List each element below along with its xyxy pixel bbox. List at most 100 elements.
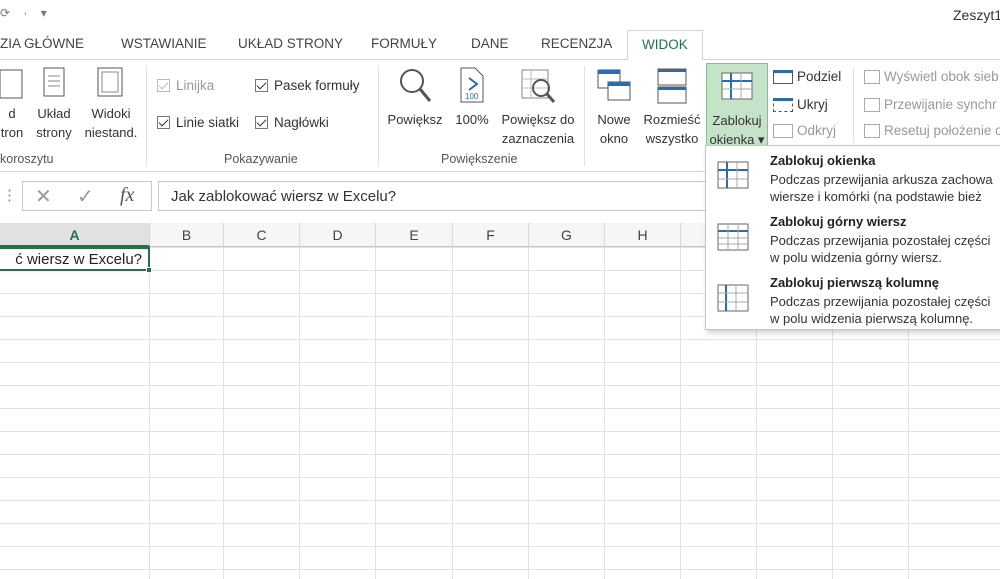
hide-button[interactable]: Ukryj: [773, 97, 828, 112]
freeze-first-column-icon: [717, 284, 749, 312]
column-header-b[interactable]: B: [150, 223, 224, 247]
group-separator: [378, 66, 379, 166]
page-layout-icon: [43, 67, 65, 97]
formula-bar-checkbox[interactable]: Pasek formuły: [255, 78, 360, 93]
column-header-d[interactable]: D: [300, 223, 376, 247]
normal-view-button[interactable]: d tron: [0, 66, 26, 142]
zoom-to-selection-button[interactable]: Powiększ do zaznaczenia: [497, 66, 579, 148]
unhide-icon: [773, 123, 793, 138]
checkbox-icon: [157, 79, 170, 92]
menu-item-desc: w polu widzenia pierwszą kolumnę.: [770, 311, 974, 326]
arrange-all-button[interactable]: Rozmieść wszystko: [640, 66, 704, 148]
quick-access-toolbar[interactable]: ⟳ · ▾: [0, 6, 47, 20]
zoom-100-button[interactable]: 100 100%: [452, 66, 492, 129]
group-separator: [146, 66, 147, 166]
grid-line: [680, 247, 681, 579]
freeze-panes-menu: Zablokuj okienka Podczas przewijania ark…: [705, 145, 1000, 330]
grid-line: [452, 247, 453, 579]
freeze-panes-icon: [721, 72, 753, 100]
column-header-f[interactable]: F: [453, 223, 529, 247]
split-icon: [773, 69, 793, 84]
ruler-checkbox[interactable]: Linijka: [157, 78, 214, 93]
enter-icon[interactable]: ✓: [77, 184, 94, 209]
cell-a1-text: ć wiersz w Excelu?: [15, 251, 142, 268]
menu-item-desc: Podczas przewijania arkusza zachowa: [770, 172, 993, 187]
menu-item-desc: wiersze i komórki (na podstawie bież: [770, 189, 982, 204]
tab-view[interactable]: WIDOK: [627, 30, 703, 61]
column-header-h[interactable]: H: [605, 223, 681, 247]
menu-item-title: Zablokuj pierwszą kolumnę: [770, 275, 940, 290]
custom-views-button[interactable]: Widoki niestand.: [84, 66, 138, 142]
grid-line: [149, 247, 150, 579]
headings-checkbox[interactable]: Nagłówki: [255, 115, 329, 130]
customize-qat-icon[interactable]: ▾: [41, 6, 47, 20]
magnifier-icon: [400, 69, 432, 102]
column-header-g[interactable]: G: [529, 223, 605, 247]
checkbox-icon: [255, 116, 268, 129]
group-label-zoom: Powiększenie: [441, 152, 518, 166]
grid-line: [223, 247, 224, 579]
checkbox-icon: [157, 116, 170, 129]
zoom-button[interactable]: Powiększ: [385, 66, 445, 129]
sync-scroll-button[interactable]: Przewijanie synchr: [864, 97, 997, 112]
tab-data[interactable]: DANE: [471, 36, 509, 51]
namebox-grip-icon[interactable]: ⋮: [2, 186, 17, 204]
reset-position-button[interactable]: Resetuj położenie o: [864, 123, 1000, 138]
window-title: Zeszyt1: [953, 7, 1000, 23]
menu-item-title: Zablokuj górny wiersz: [770, 214, 907, 229]
insert-function-icon[interactable]: fx: [120, 184, 134, 207]
menu-item-freeze-first-column[interactable]: Zablokuj pierwszą kolumnę Podczas przewi…: [706, 270, 1000, 330]
redo-icon[interactable]: ⟳: [0, 6, 10, 20]
side-by-side-icon: [864, 69, 880, 84]
menu-item-title: Zablokuj okienka: [770, 153, 876, 168]
menu-item-desc: Podczas przewijania pozostałej części: [770, 294, 991, 309]
group-label-views: koroszytu: [0, 152, 54, 166]
tab-review[interactable]: RECENZJA: [541, 36, 612, 51]
ribbon-tabs: ZIA GŁÓWNE WSTAWIANIE UKŁAD STRONY FORMU…: [0, 30, 1000, 61]
new-window-icon: [597, 69, 631, 101]
formula-input[interactable]: Jak zablokować wiersz w Excelu?: [158, 181, 718, 211]
fill-handle[interactable]: [146, 267, 152, 273]
menu-item-desc: Podczas przewijania pozostałej części: [770, 233, 991, 248]
svg-text:100: 100: [465, 92, 479, 101]
unhide-button[interactable]: Odkryj: [773, 123, 836, 138]
cancel-icon[interactable]: ✕: [35, 184, 52, 209]
grid-line: [299, 247, 300, 579]
zoom-selection-icon: [521, 69, 556, 103]
normal-view-icon: [0, 69, 23, 99]
freeze-panes-button[interactable]: Zablokuj okienka ▾: [706, 63, 768, 147]
zoom-100-icon: 100: [460, 67, 484, 103]
window-separator: [853, 68, 854, 142]
view-side-by-side-button[interactable]: Wyświetl obok sieb: [864, 69, 999, 84]
sync-scroll-icon: [864, 97, 880, 112]
reset-position-icon: [864, 123, 880, 138]
column-header-c[interactable]: C: [224, 223, 300, 247]
split-button[interactable]: Podziel: [773, 69, 841, 84]
arrange-all-icon: [657, 68, 687, 104]
separator-icon: ·: [23, 6, 28, 20]
menu-item-freeze-top-row[interactable]: Zablokuj górny wiersz Podczas przewijani…: [706, 208, 1000, 270]
page-layout-view-button[interactable]: Układ strony: [33, 66, 75, 142]
new-window-button[interactable]: Nowe okno: [591, 66, 637, 148]
column-header-e[interactable]: E: [376, 223, 453, 247]
tab-formulas[interactable]: FORMUŁY: [371, 36, 437, 51]
group-label-show: Pokazywanie: [224, 152, 298, 166]
tab-insert[interactable]: WSTAWIANIE: [121, 36, 207, 51]
tab-page-layout[interactable]: UKŁAD STRONY: [238, 36, 343, 51]
grid-line: [604, 247, 605, 579]
grid-line: [528, 247, 529, 579]
hide-icon: [773, 97, 793, 112]
checkbox-icon: [255, 79, 268, 92]
title-bar: ⟳ · ▾ Zeszyt1: [0, 0, 1000, 28]
custom-views-icon: [97, 67, 123, 97]
cell-a1[interactable]: ć wiersz w Excelu?: [0, 247, 152, 273]
tab-home[interactable]: ZIA GŁÓWNE: [0, 36, 84, 51]
menu-item-freeze-panes[interactable]: Zablokuj okienka Podczas przewijania ark…: [706, 146, 1000, 208]
formula-buttons: ✕ ✓ fx: [22, 181, 152, 211]
freeze-panes-icon: [717, 161, 749, 189]
column-header-a[interactable]: A: [0, 223, 150, 247]
menu-item-desc: w polu widzenia górny wiersz.: [770, 250, 942, 265]
group-separator: [584, 66, 585, 166]
grid-line: [375, 247, 376, 579]
gridlines-checkbox[interactable]: Linie siatki: [157, 115, 239, 130]
